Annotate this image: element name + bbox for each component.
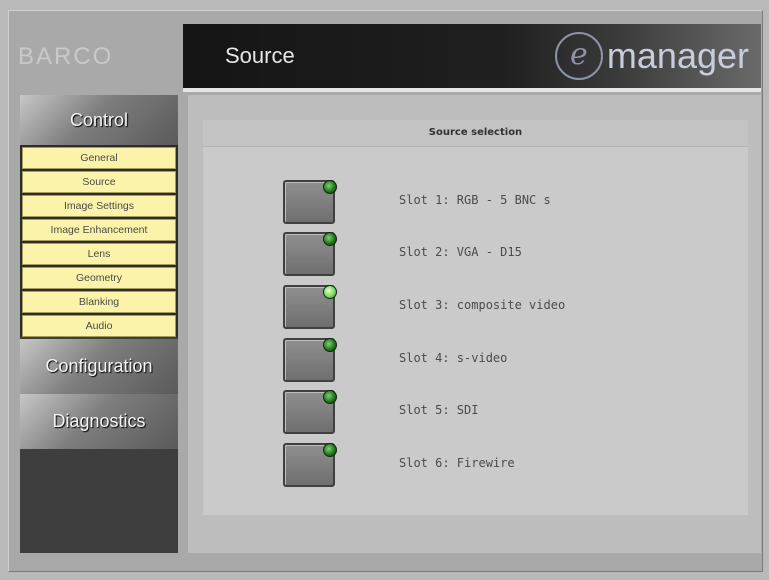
slot-2-button[interactable]: [283, 232, 337, 276]
slot-3-button[interactable]: [283, 285, 337, 329]
slot-row: Slot 1: RGB - 5 BNC s: [203, 180, 748, 224]
nav-item-lens[interactable]: Lens: [22, 243, 176, 265]
sidebar-section-diagnostics[interactable]: Diagnostics: [20, 394, 178, 449]
status-led-icon: [323, 338, 337, 352]
nav-item-geometry[interactable]: Geometry: [22, 267, 176, 289]
sidebar-section-control[interactable]: Control: [20, 95, 178, 145]
slot-1-button[interactable]: [283, 180, 337, 224]
slot-6-label: Slot 6: Firewire: [399, 456, 515, 470]
page-header: Source e manager: [183, 24, 761, 88]
slot-row: Slot 2: VGA - D15: [203, 232, 748, 276]
barco-logo: BARCO: [18, 43, 114, 70]
main-content: Source selection Slot 1: RGB - 5 BNC s S…: [188, 95, 761, 553]
emanager-brand-text: manager: [606, 35, 749, 76]
emanager-brand: e manager: [554, 24, 749, 88]
status-led-icon: [323, 232, 337, 246]
nav-item-general[interactable]: General: [22, 147, 176, 169]
slot-1-label: Slot 1: RGB - 5 BNC s: [399, 193, 551, 207]
panel-title: Source selection: [203, 120, 748, 147]
slot-2-label: Slot 2: VGA - D15: [399, 245, 522, 259]
nav-item-image-enhancement[interactable]: Image Enhancement: [22, 219, 176, 241]
slot-row: Slot 4: s-video: [203, 338, 748, 382]
nav-item-image-settings[interactable]: Image Settings: [22, 195, 176, 217]
slot-row: Slot 3: composite video: [203, 285, 748, 329]
control-nav-list: General Source Image Settings Image Enha…: [20, 145, 178, 337]
slot-row: Slot 5: SDI: [203, 390, 748, 434]
header-divider: [183, 88, 761, 92]
slot-3-label: Slot 3: composite video: [399, 298, 566, 312]
slot-4-button[interactable]: [283, 338, 337, 382]
page-title: Source: [225, 43, 295, 68]
sidebar-section-configuration[interactable]: Configuration: [20, 339, 178, 394]
nav-item-source[interactable]: Source: [22, 171, 176, 193]
nav-item-blanking[interactable]: Blanking: [22, 291, 176, 313]
slot-6-button[interactable]: [283, 443, 337, 487]
slot-5-label: Slot 5: SDI: [399, 403, 479, 417]
status-led-active-icon: [323, 285, 337, 299]
status-led-icon: [323, 390, 337, 404]
source-selection-panel: Source selection Slot 1: RGB - 5 BNC s S…: [203, 120, 748, 515]
slot-5-button[interactable]: [283, 390, 337, 434]
slot-4-label: Slot 4: s-video: [399, 351, 508, 365]
status-led-icon: [323, 180, 337, 194]
nav-item-audio[interactable]: Audio: [22, 315, 176, 337]
emanager-e-icon: e: [554, 32, 603, 80]
status-led-icon: [323, 443, 337, 457]
slot-row: Slot 6: Firewire: [203, 443, 748, 487]
sidebar: Control General Source Image Settings Im…: [20, 95, 178, 553]
